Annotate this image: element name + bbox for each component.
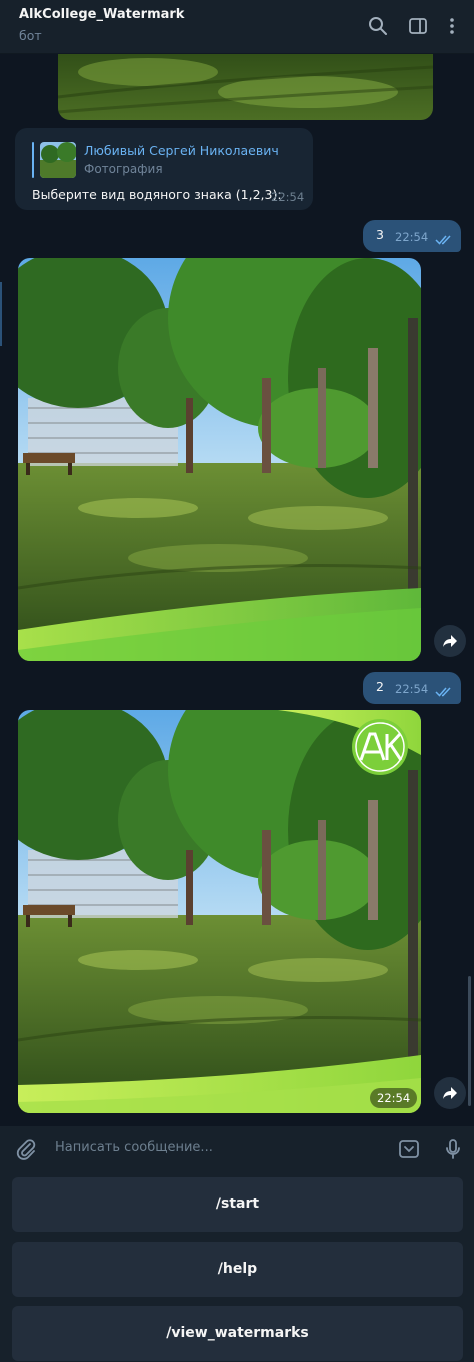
more-vertical-icon[interactable] [441, 15, 463, 37]
chat-title[interactable]: AlkCollege_Watermark [19, 7, 184, 22]
reply-author[interactable]: Любивый Сергей Николаевич [84, 143, 279, 158]
outgoing-message[interactable]: 2 22:54 [363, 672, 461, 704]
keyboard-button-help[interactable]: /help [12, 1242, 463, 1297]
previous-photo[interactable] [58, 54, 433, 120]
scrollbar-thumb[interactable] [468, 976, 471, 1106]
message-time: 22:54 [395, 682, 429, 696]
chat-subtitle: бот [19, 28, 42, 43]
reply-media-type: Фотография [84, 162, 163, 176]
message-text: 2 [376, 679, 384, 694]
message-time: 22:54 [271, 190, 305, 204]
chat-header: AlkCollege_Watermark бот [0, 0, 474, 54]
bot-keyboard: /start /help /view_watermarks [0, 1172, 474, 1362]
sidebar-toggle-icon[interactable] [407, 15, 429, 37]
forward-button[interactable] [434, 1077, 466, 1109]
message-composer: Написать сообщение... [0, 1126, 474, 1172]
photo-message-watermark-2[interactable] [18, 710, 421, 1113]
message-list[interactable]: Любивый Сергей Николаевич Фотография Выб… [0, 54, 474, 1126]
photo-time: 22:54 [370, 1088, 418, 1108]
double-check-icon [435, 231, 453, 245]
reply-thumbnail[interactable] [40, 142, 76, 178]
forward-icon [443, 635, 457, 647]
photo-message-watermark-3[interactable] [18, 258, 421, 661]
keyboard-button-view-watermarks[interactable]: /view_watermarks [12, 1306, 463, 1361]
search-icon[interactable] [367, 15, 389, 37]
forward-icon [443, 1087, 457, 1099]
forward-button[interactable] [434, 625, 466, 657]
message-text: Выберите вид водяного знака (1,2,3): [32, 187, 282, 202]
outgoing-message[interactable]: 3 22:54 [363, 220, 461, 252]
reply-bar [32, 142, 34, 178]
message-time: 22:54 [395, 230, 429, 244]
message-input[interactable]: Написать сообщение... [55, 1140, 213, 1155]
attach-icon[interactable] [14, 1137, 38, 1161]
bot-keyboard-icon[interactable] [397, 1137, 421, 1161]
unread-marker [0, 282, 2, 346]
incoming-message[interactable]: Любивый Сергей Николаевич Фотография Выб… [15, 128, 313, 210]
keyboard-button-start[interactable]: /start [12, 1177, 463, 1232]
message-text: 3 [376, 227, 384, 242]
double-check-icon [435, 683, 453, 697]
microphone-icon[interactable] [441, 1137, 465, 1161]
